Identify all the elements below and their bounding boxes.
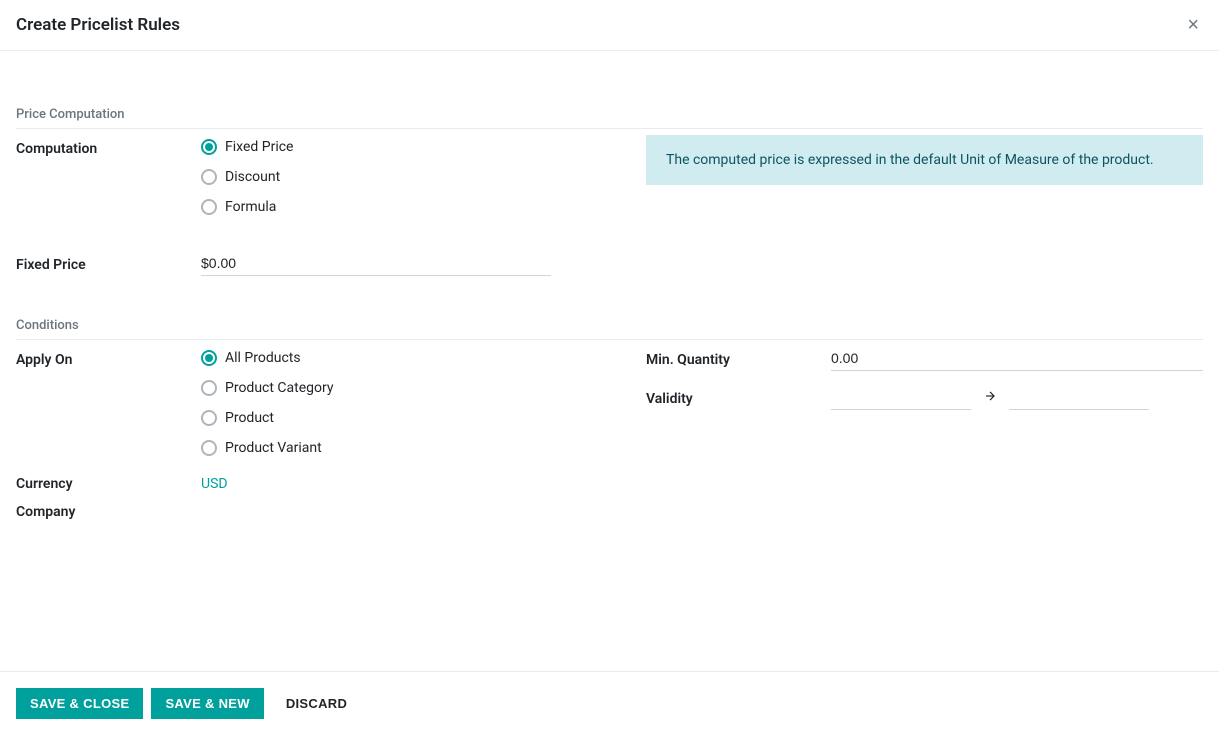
section-conditions: Conditions [16, 318, 1203, 340]
validity-range [831, 385, 1203, 410]
radio-label: All Products [225, 350, 301, 366]
company-field: Company [16, 498, 606, 520]
min-quantity-input[interactable] [831, 346, 1203, 371]
currency-value[interactable]: USD [201, 470, 228, 492]
radio-label: Product Category [225, 380, 334, 396]
close-button[interactable]: × [1183, 15, 1203, 35]
radio-icon [201, 350, 217, 366]
radio-icon [201, 199, 217, 215]
fixed-price-field: Fixed Price [16, 251, 606, 276]
radio-icon [201, 440, 217, 456]
currency-field: Currency USD [16, 470, 606, 492]
radio-icon [201, 139, 217, 155]
company-label: Company [16, 498, 201, 520]
section-price-computation: Price Computation [16, 107, 1203, 129]
modal-body: Price Computation Computation Fixed Pric… [0, 51, 1219, 546]
computation-label: Computation [16, 135, 201, 157]
radio-label: Product [225, 410, 274, 426]
computation-field: Computation Fixed Price Discount [16, 135, 606, 215]
min-quantity-field: Min. Quantity [646, 346, 1203, 371]
close-icon: × [1187, 14, 1199, 36]
info-message-box: The computed price is expressed in the d… [646, 135, 1203, 185]
radio-label: Product Variant [225, 440, 322, 456]
currency-label: Currency [16, 470, 201, 492]
min-quantity-label: Min. Quantity [646, 346, 831, 368]
apply-on-label: Apply On [16, 346, 201, 368]
radio-discount[interactable]: Discount [201, 169, 606, 185]
discard-button[interactable]: Discard [272, 688, 361, 719]
radio-label: Formula [225, 199, 276, 215]
radio-fixed-price[interactable]: Fixed Price [201, 139, 606, 155]
validity-field: Validity [646, 385, 1203, 410]
arrow-right-icon [983, 389, 997, 407]
radio-label: Fixed Price [225, 139, 293, 155]
radio-product[interactable]: Product [201, 410, 606, 426]
modal-footer: Save & Close Save & New Discard [0, 671, 1219, 735]
conditions-row: Apply On All Products Product Category [16, 346, 1203, 526]
validity-start-input[interactable] [831, 385, 971, 410]
save-close-button[interactable]: Save & Close [16, 688, 143, 719]
apply-on-field: Apply On All Products Product Category [16, 346, 606, 456]
radio-icon [201, 410, 217, 426]
radio-product-variant[interactable]: Product Variant [201, 440, 606, 456]
apply-on-radio-group: All Products Product Category Product [201, 346, 606, 456]
fixed-price-input[interactable] [201, 251, 551, 276]
radio-all-products[interactable]: All Products [201, 350, 606, 366]
radio-product-category[interactable]: Product Category [201, 380, 606, 396]
radio-icon [201, 380, 217, 396]
computation-radio-group: Fixed Price Discount Formula [201, 135, 606, 215]
validity-end-input[interactable] [1009, 385, 1149, 410]
modal-title: Create Pricelist Rules [16, 15, 180, 35]
validity-label: Validity [646, 385, 831, 407]
modal-header: Create Pricelist Rules × [0, 0, 1219, 51]
radio-formula[interactable]: Formula [201, 199, 606, 215]
radio-label: Discount [225, 169, 280, 185]
fixed-price-label: Fixed Price [16, 251, 201, 273]
price-computation-row: Computation Fixed Price Discount [16, 135, 1203, 282]
radio-icon [201, 169, 217, 185]
save-new-button[interactable]: Save & New [151, 688, 263, 719]
